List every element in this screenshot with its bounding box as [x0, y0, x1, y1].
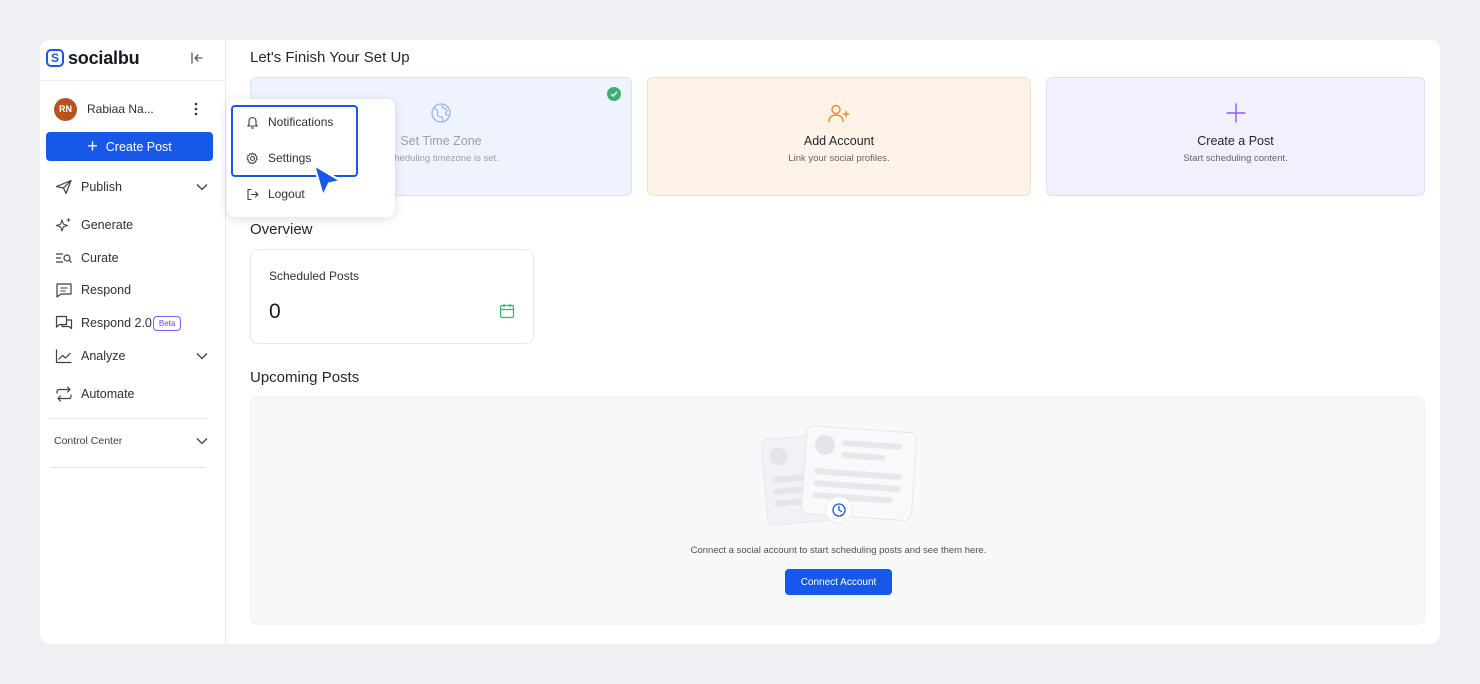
- logo[interactable]: S socialbu: [46, 47, 140, 68]
- control-center-toggle[interactable]: Control Center: [54, 430, 210, 452]
- sidebar-item-automate[interactable]: Automate: [54, 383, 210, 405]
- create-a-post-card[interactable]: Create a Post Start scheduling content.: [1046, 77, 1425, 196]
- calendar-icon: [499, 303, 515, 319]
- scheduled-posts-card[interactable]: Scheduled Posts 0: [250, 249, 534, 344]
- setup-title: Let's Finish Your Set Up: [250, 49, 410, 66]
- sparkle-icon: [54, 216, 74, 234]
- user-menu[interactable]: RN Rabiaa Na...: [54, 97, 206, 121]
- upcoming-posts-title: Upcoming Posts: [250, 369, 360, 386]
- card-title: Set Time Zone: [400, 134, 482, 148]
- user-dropdown-menu: Notifications Settings Logout: [227, 99, 395, 217]
- check-icon: [607, 87, 621, 101]
- upcoming-posts-panel: Connect a social account to start schedu…: [250, 396, 1425, 625]
- chevron-down-icon[interactable]: [194, 348, 210, 364]
- collapse-sidebar-icon[interactable]: [188, 49, 206, 67]
- sidebar-item-publish[interactable]: Publish: [54, 176, 210, 198]
- cursor-pointer-icon: [312, 163, 344, 201]
- gear-icon: [245, 151, 259, 165]
- user-plus-icon: [827, 101, 851, 125]
- chart-line-icon: [54, 347, 74, 365]
- beta-badge: Beta: [152, 315, 182, 331]
- create-post-label: Create Post: [105, 139, 172, 154]
- card-subtitle: Link your social profiles.: [788, 153, 890, 164]
- control-center-label: Control Center: [54, 435, 123, 447]
- messages-icon: [54, 314, 74, 332]
- stat-value: 0: [269, 300, 281, 323]
- send-icon: [54, 178, 74, 196]
- empty-state-text: Connect a social account to start schedu…: [690, 545, 987, 556]
- card-title: Create a Post: [1197, 134, 1274, 148]
- plus-icon: [1225, 101, 1247, 125]
- sidebar-item-analyze[interactable]: Analyze: [54, 345, 210, 367]
- sidebar-item-curate[interactable]: Curate: [54, 247, 210, 269]
- connect-account-button[interactable]: Connect Account: [785, 569, 892, 595]
- card-subtitle: Scheduling timezone is set.: [383, 153, 499, 164]
- create-post-button[interactable]: + Create Post: [46, 132, 213, 161]
- sidebar: S socialbu RN Rabiaa Na... + Create Post…: [40, 40, 226, 644]
- chevron-down-icon[interactable]: [194, 179, 210, 195]
- sidebar-item-respond[interactable]: Respond: [54, 279, 210, 301]
- logo-text: socialbu: [68, 47, 140, 68]
- card-title: Add Account: [803, 134, 875, 148]
- divider: [40, 80, 226, 81]
- plus-icon: +: [87, 135, 98, 156]
- stat-label: Scheduled Posts: [269, 269, 360, 283]
- overview-title: Overview: [250, 221, 313, 238]
- logo-icon: S: [46, 49, 64, 67]
- add-account-card[interactable]: Add Account Link your social profiles.: [647, 77, 1031, 196]
- divider: [50, 418, 206, 419]
- logout-icon: [245, 187, 259, 201]
- message-icon: [54, 281, 74, 299]
- globe-icon: [430, 101, 452, 125]
- avatar: RN: [54, 97, 77, 121]
- divider: [50, 467, 206, 468]
- sidebar-item-respond-2[interactable]: Respond 2.0 Beta: [54, 312, 210, 334]
- user-name: Rabiaa Na...: [87, 102, 154, 116]
- curate-search-icon: [54, 249, 74, 267]
- bell-icon: [245, 115, 259, 129]
- card-subtitle: Start scheduling content.: [1183, 153, 1288, 164]
- empty-posts-illustration: [756, 425, 921, 530]
- sidebar-item-generate[interactable]: Generate: [54, 214, 210, 236]
- menu-item-notifications[interactable]: Notifications: [245, 112, 385, 132]
- repeat-icon: [54, 385, 74, 403]
- chevron-down-icon[interactable]: [194, 433, 210, 449]
- more-options-icon[interactable]: [186, 99, 206, 119]
